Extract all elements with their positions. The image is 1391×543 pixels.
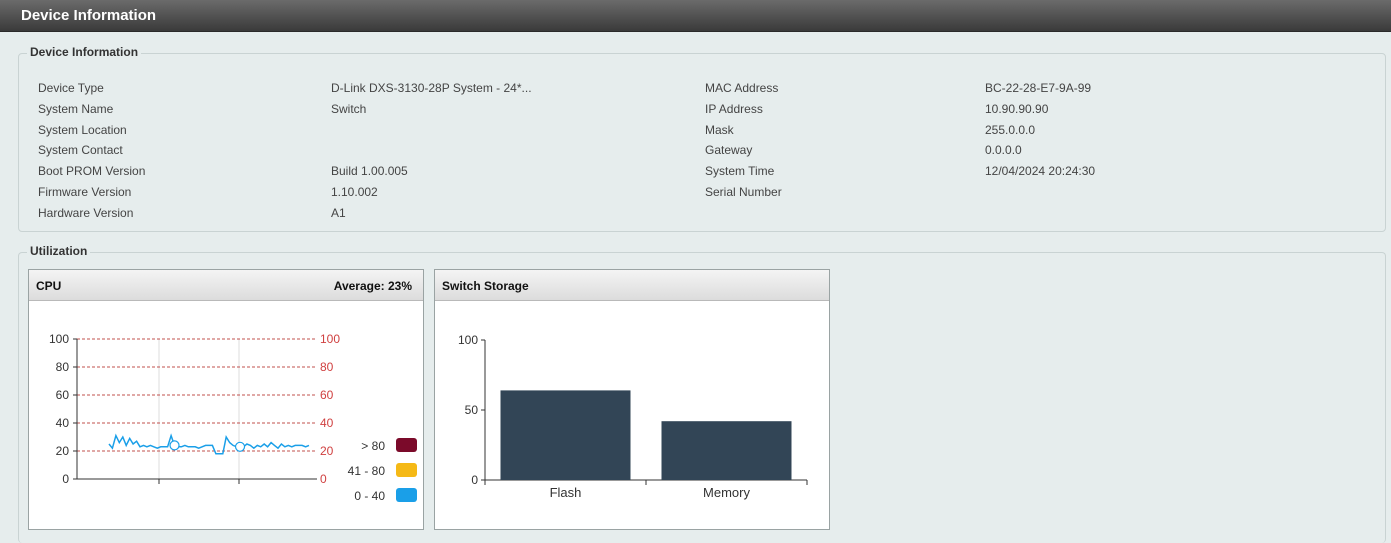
value-system-name: Switch <box>331 102 367 116</box>
cpu-average: Average: 23% <box>333 279 412 293</box>
label-ip-address: IP Address <box>705 102 763 116</box>
value-ip-address: 10.90.90.90 <box>985 102 1049 116</box>
storage-y-tick-label: 100 <box>458 333 478 347</box>
cpu-y-tick-label-right: 60 <box>320 388 334 402</box>
device-info-section: Device Information <box>18 45 1386 232</box>
storage-x-tick-label: Flash <box>550 485 582 500</box>
label-system-contact: System Contact <box>38 143 123 157</box>
cpu-legend-label: 41 - 80 <box>348 464 386 478</box>
cpu-y-tick-label: 60 <box>56 388 70 402</box>
storage-chart: 0 50 100 Flash Memory <box>458 333 808 500</box>
label-system-time: System Time <box>705 164 775 178</box>
label-serial-number: Serial Number <box>705 185 782 199</box>
cpu-y-tick-label: 20 <box>56 444 70 458</box>
value-device-type: D-Link DXS-3130-28P System - 24*... <box>331 81 532 95</box>
cpu-y-tick-label: 0 <box>62 472 69 486</box>
cpu-panel: CPU Average: 23% 0 0 20 20 40 40 60 60 80 80 100 10… <box>28 269 424 530</box>
label-hardware-version: Hardware Version <box>38 206 134 220</box>
page-header: Device Information <box>0 0 1391 32</box>
cpu-y-tick-label-right: 20 <box>320 444 334 458</box>
value-hardware-version: A1 <box>331 206 346 220</box>
cpu-y-tick-label-right: 0 <box>320 472 327 486</box>
storage-panel: Switch Storage 0 50 100 Flash Memory <box>434 269 830 530</box>
label-gateway: Gateway <box>705 143 753 157</box>
storage-y-tick-label: 50 <box>465 403 479 417</box>
storage-panel-header: Switch Storage <box>435 270 829 301</box>
label-system-name: System Name <box>38 102 114 116</box>
cpu-legend-swatch <box>396 488 417 502</box>
cpu-y-tick-label-right: 80 <box>320 360 334 374</box>
cpu-chart: 0 0 20 20 40 40 60 60 80 80 100 100 > 80 41 - 80 0 - 4… <box>49 332 417 503</box>
label-mac-address: MAC Address <box>705 81 779 95</box>
value-gateway: 0.0.0.0 <box>985 143 1022 157</box>
device-info-legend: Device Information <box>27 45 142 59</box>
storage-bar <box>500 390 631 480</box>
value-mask: 255.0.0.0 <box>985 123 1036 137</box>
label-boot-prom-version: Boot PROM Version <box>38 164 146 178</box>
storage-y-tick-label: 0 <box>471 473 478 487</box>
cpu-data-point <box>234 441 246 452</box>
utilization-legend: Utilization <box>27 244 91 258</box>
cpu-legend-label: 0 - 40 <box>354 489 385 503</box>
cpu-y-tick-label: 40 <box>56 416 70 430</box>
cpu-y-tick-label: 100 <box>49 332 69 346</box>
value-system-time: 12/04/2024 20:24:30 <box>985 164 1096 178</box>
cpu-data-point <box>169 440 180 451</box>
storage-panel-title: Switch Storage <box>442 279 529 293</box>
cpu-y-tick-label: 80 <box>56 360 70 374</box>
label-system-location: System Location <box>38 123 127 137</box>
page-title: Device Information <box>21 7 157 24</box>
cpu-legend-swatch <box>396 438 417 452</box>
label-device-type: Device Type <box>38 81 104 95</box>
label-firmware-version: Firmware Version <box>38 185 132 199</box>
cpu-legend-swatch <box>396 463 417 477</box>
value-mac-address: BC-22-28-E7-9A-99 <box>985 81 1092 95</box>
cpu-panel-header: CPU Average: 23% <box>29 270 423 301</box>
cpu-panel-title: CPU <box>36 279 62 293</box>
value-boot-prom-version: Build 1.00.005 <box>331 164 408 178</box>
cpu-y-tick-label-right: 100 <box>320 332 340 346</box>
cpu-y-tick-label-right: 40 <box>320 416 334 430</box>
label-mask: Mask <box>705 123 734 137</box>
storage-bar <box>661 421 792 480</box>
cpu-legend-label: > 80 <box>361 439 385 453</box>
value-firmware-version: 1.10.002 <box>331 185 378 199</box>
storage-x-tick-label: Memory <box>703 485 750 500</box>
